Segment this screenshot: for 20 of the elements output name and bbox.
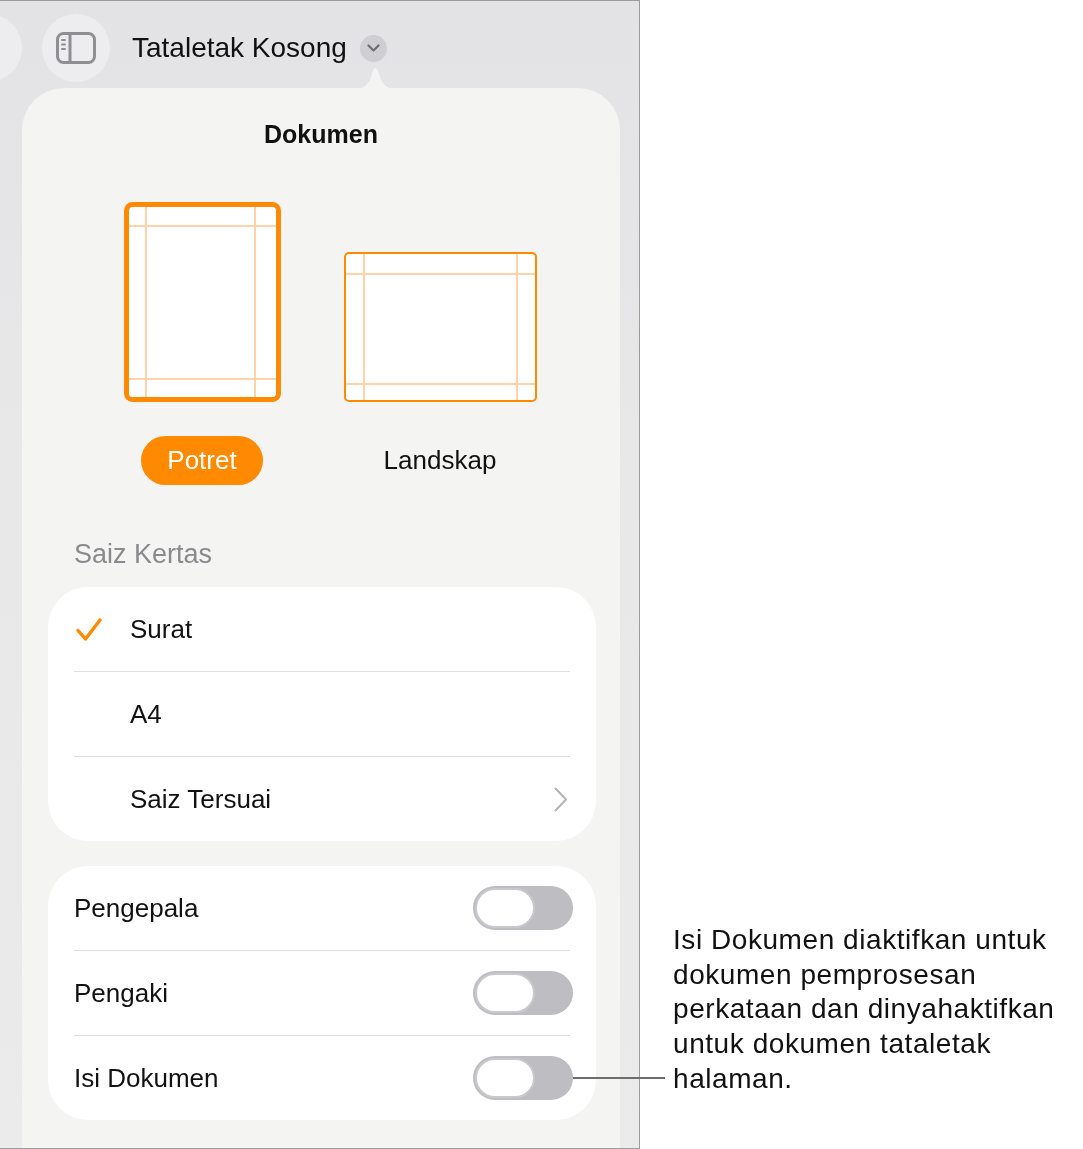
landscape-page-icon[interactable] bbox=[343, 252, 537, 402]
document-title: Tataletak Kosong bbox=[132, 31, 347, 65]
switch-label: Isi Dokumen bbox=[74, 1061, 219, 1095]
section-heading: Saiz Kertas bbox=[74, 538, 213, 570]
switch-label: Pengepala bbox=[74, 891, 199, 925]
sidebar-icon bbox=[56, 32, 96, 64]
toggle-switch[interactable] bbox=[473, 1056, 573, 1100]
chevron-right-icon bbox=[554, 786, 568, 812]
toggle-switch[interactable] bbox=[473, 886, 573, 930]
paper-size-option[interactable]: A4 bbox=[48, 672, 596, 756]
toggle-switch[interactable] bbox=[473, 971, 573, 1015]
callout-text: Isi Dokumen diaktifkan untuk dokumen pemprosesan perkataan dan dinyahaktifkan untuk dokumen tataletak halaman. bbox=[673, 923, 1056, 1096]
title-menu-button[interactable] bbox=[359, 34, 387, 62]
popover-title: Dokumen bbox=[264, 119, 378, 150]
paper-size-option[interactable]: Surat bbox=[48, 587, 596, 671]
chevron-down-icon bbox=[366, 44, 380, 52]
paper-size-option[interactable]: Saiz Tersuai bbox=[48, 757, 596, 841]
switch-label: Pengaki bbox=[74, 976, 168, 1010]
portrait-page-icon[interactable] bbox=[123, 202, 281, 402]
orientation-option[interactable]: Landskap bbox=[357, 436, 523, 485]
